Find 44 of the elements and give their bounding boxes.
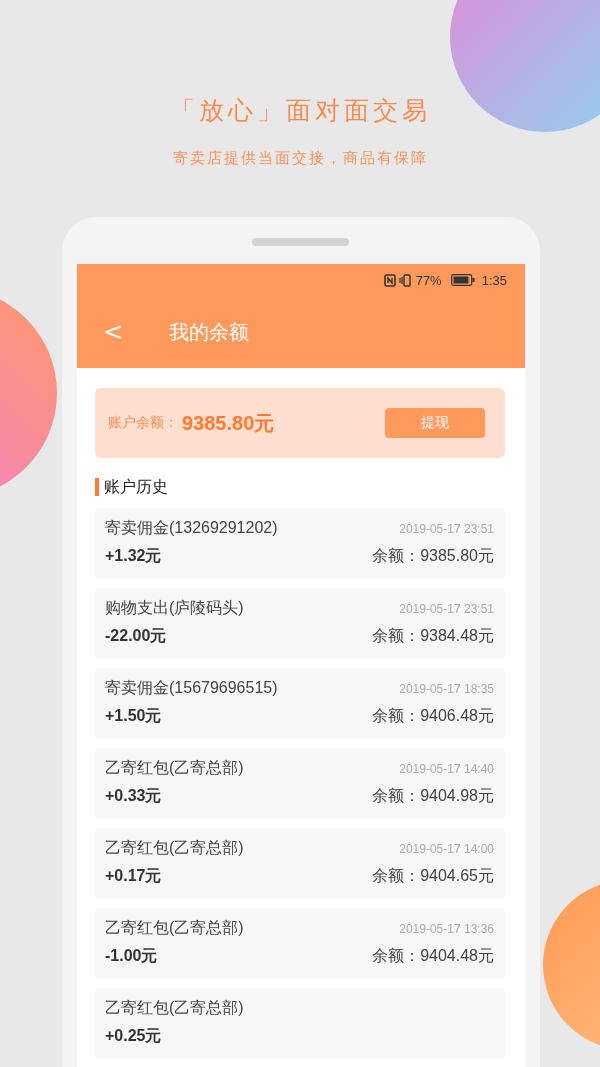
entry-time: 2019-05-17 23:51 [399, 522, 494, 536]
entry-balance: 余额：9385.80元 [372, 546, 494, 566]
balance-label: 账户余额： [108, 414, 178, 432]
history-entry[interactable]: 寄卖佣金(15679696515) 2019-05-17 18:35 +1.50元 余额：9406.48元 [95, 668, 505, 738]
entry-amount: +0.33元 [105, 786, 162, 806]
history-entry[interactable]: 购物支出(庐陵码头) 2019-05-17 23:51 -22.00元 余额：9384.48元 [95, 588, 505, 658]
entry-description: 乙寄红包(乙寄总部) [105, 838, 244, 858]
history-entry[interactable]: 乙寄红包(乙寄总部) +0.25元 [95, 988, 505, 1058]
entry-amount: +0.17元 [105, 866, 162, 886]
status-time: 1:35 [481, 272, 507, 288]
entry-time: 2019-05-17 13:36 [399, 922, 494, 936]
history-entry[interactable]: 乙寄红包(乙寄总部) 2019-05-17 14:00 +0.17元 余额：9404.65元 [95, 828, 505, 898]
entry-amount: +1.50元 [105, 706, 162, 726]
history-entry[interactable]: 乙寄红包(乙寄总部) 2019-05-17 14:40 +0.33元 余额：9404.98元 [95, 748, 505, 818]
entry-balance: 余额：9404.48元 [372, 946, 494, 966]
section-title: 账户历史 [95, 478, 505, 496]
promo-subheadline: 寄卖店提供当面交接，商品有保障 [172, 149, 428, 168]
entry-description: 购物支出(庐陵码头) [105, 598, 244, 618]
entry-time: 2019-05-17 18:35 [399, 682, 494, 696]
entry-balance: 余额：9406.48元 [372, 706, 494, 726]
nfc-icon [383, 273, 396, 287]
entry-amount: -1.00元 [105, 946, 158, 966]
battery-percent: 77% [415, 272, 442, 288]
entry-amount: +1.32元 [105, 546, 162, 566]
vibrate-icon [398, 273, 413, 287]
page-title: 我的余额 [169, 318, 250, 346]
entry-description: 寄卖佣金(15679696515) [105, 678, 278, 698]
entry-description: 乙寄红包(乙寄总部) [105, 998, 244, 1018]
entry-time: 2019-05-17 23:51 [399, 602, 494, 616]
history-entry[interactable]: 寄卖佣金(13269291202) 2019-05-17 23:51 +1.32元 余额：9385.80元 [95, 508, 505, 578]
battery-icon [450, 274, 475, 286]
entry-balance: 余额：9404.65元 [372, 866, 494, 886]
balance-amount: 9385.80元 [182, 410, 275, 436]
history-entry[interactable]: 乙寄红包(乙寄总部) 2019-05-17 13:36 -1.00元 余额：9404.48元 [95, 908, 505, 978]
entry-amount: -22.00元 [105, 626, 167, 646]
entry-description: 寄卖佣金(13269291202) [105, 518, 278, 538]
entry-time: 2019-05-17 14:40 [399, 762, 494, 776]
promo-headline: 「放心」面对面交易 [169, 95, 431, 127]
entry-description: 乙寄红包(乙寄总部) [105, 918, 244, 938]
entry-amount: +0.25元 [105, 1026, 162, 1046]
entry-balance: 余额：9404.98元 [372, 786, 494, 806]
entry-balance: 余额：9384.48元 [372, 626, 494, 646]
entry-description: 乙寄红包(乙寄总部) [105, 758, 244, 778]
entry-time: 2019-05-17 14:00 [399, 842, 494, 856]
